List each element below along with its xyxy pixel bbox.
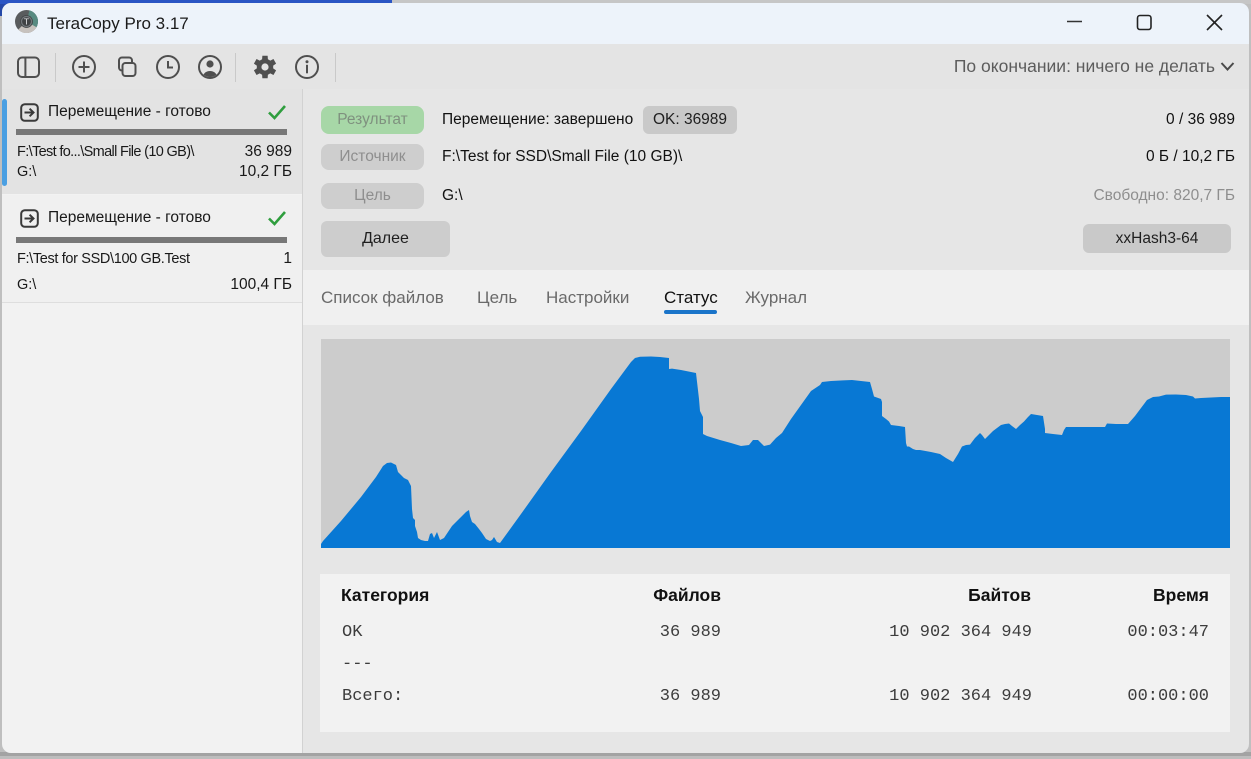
svg-text:T: T <box>24 17 29 27</box>
